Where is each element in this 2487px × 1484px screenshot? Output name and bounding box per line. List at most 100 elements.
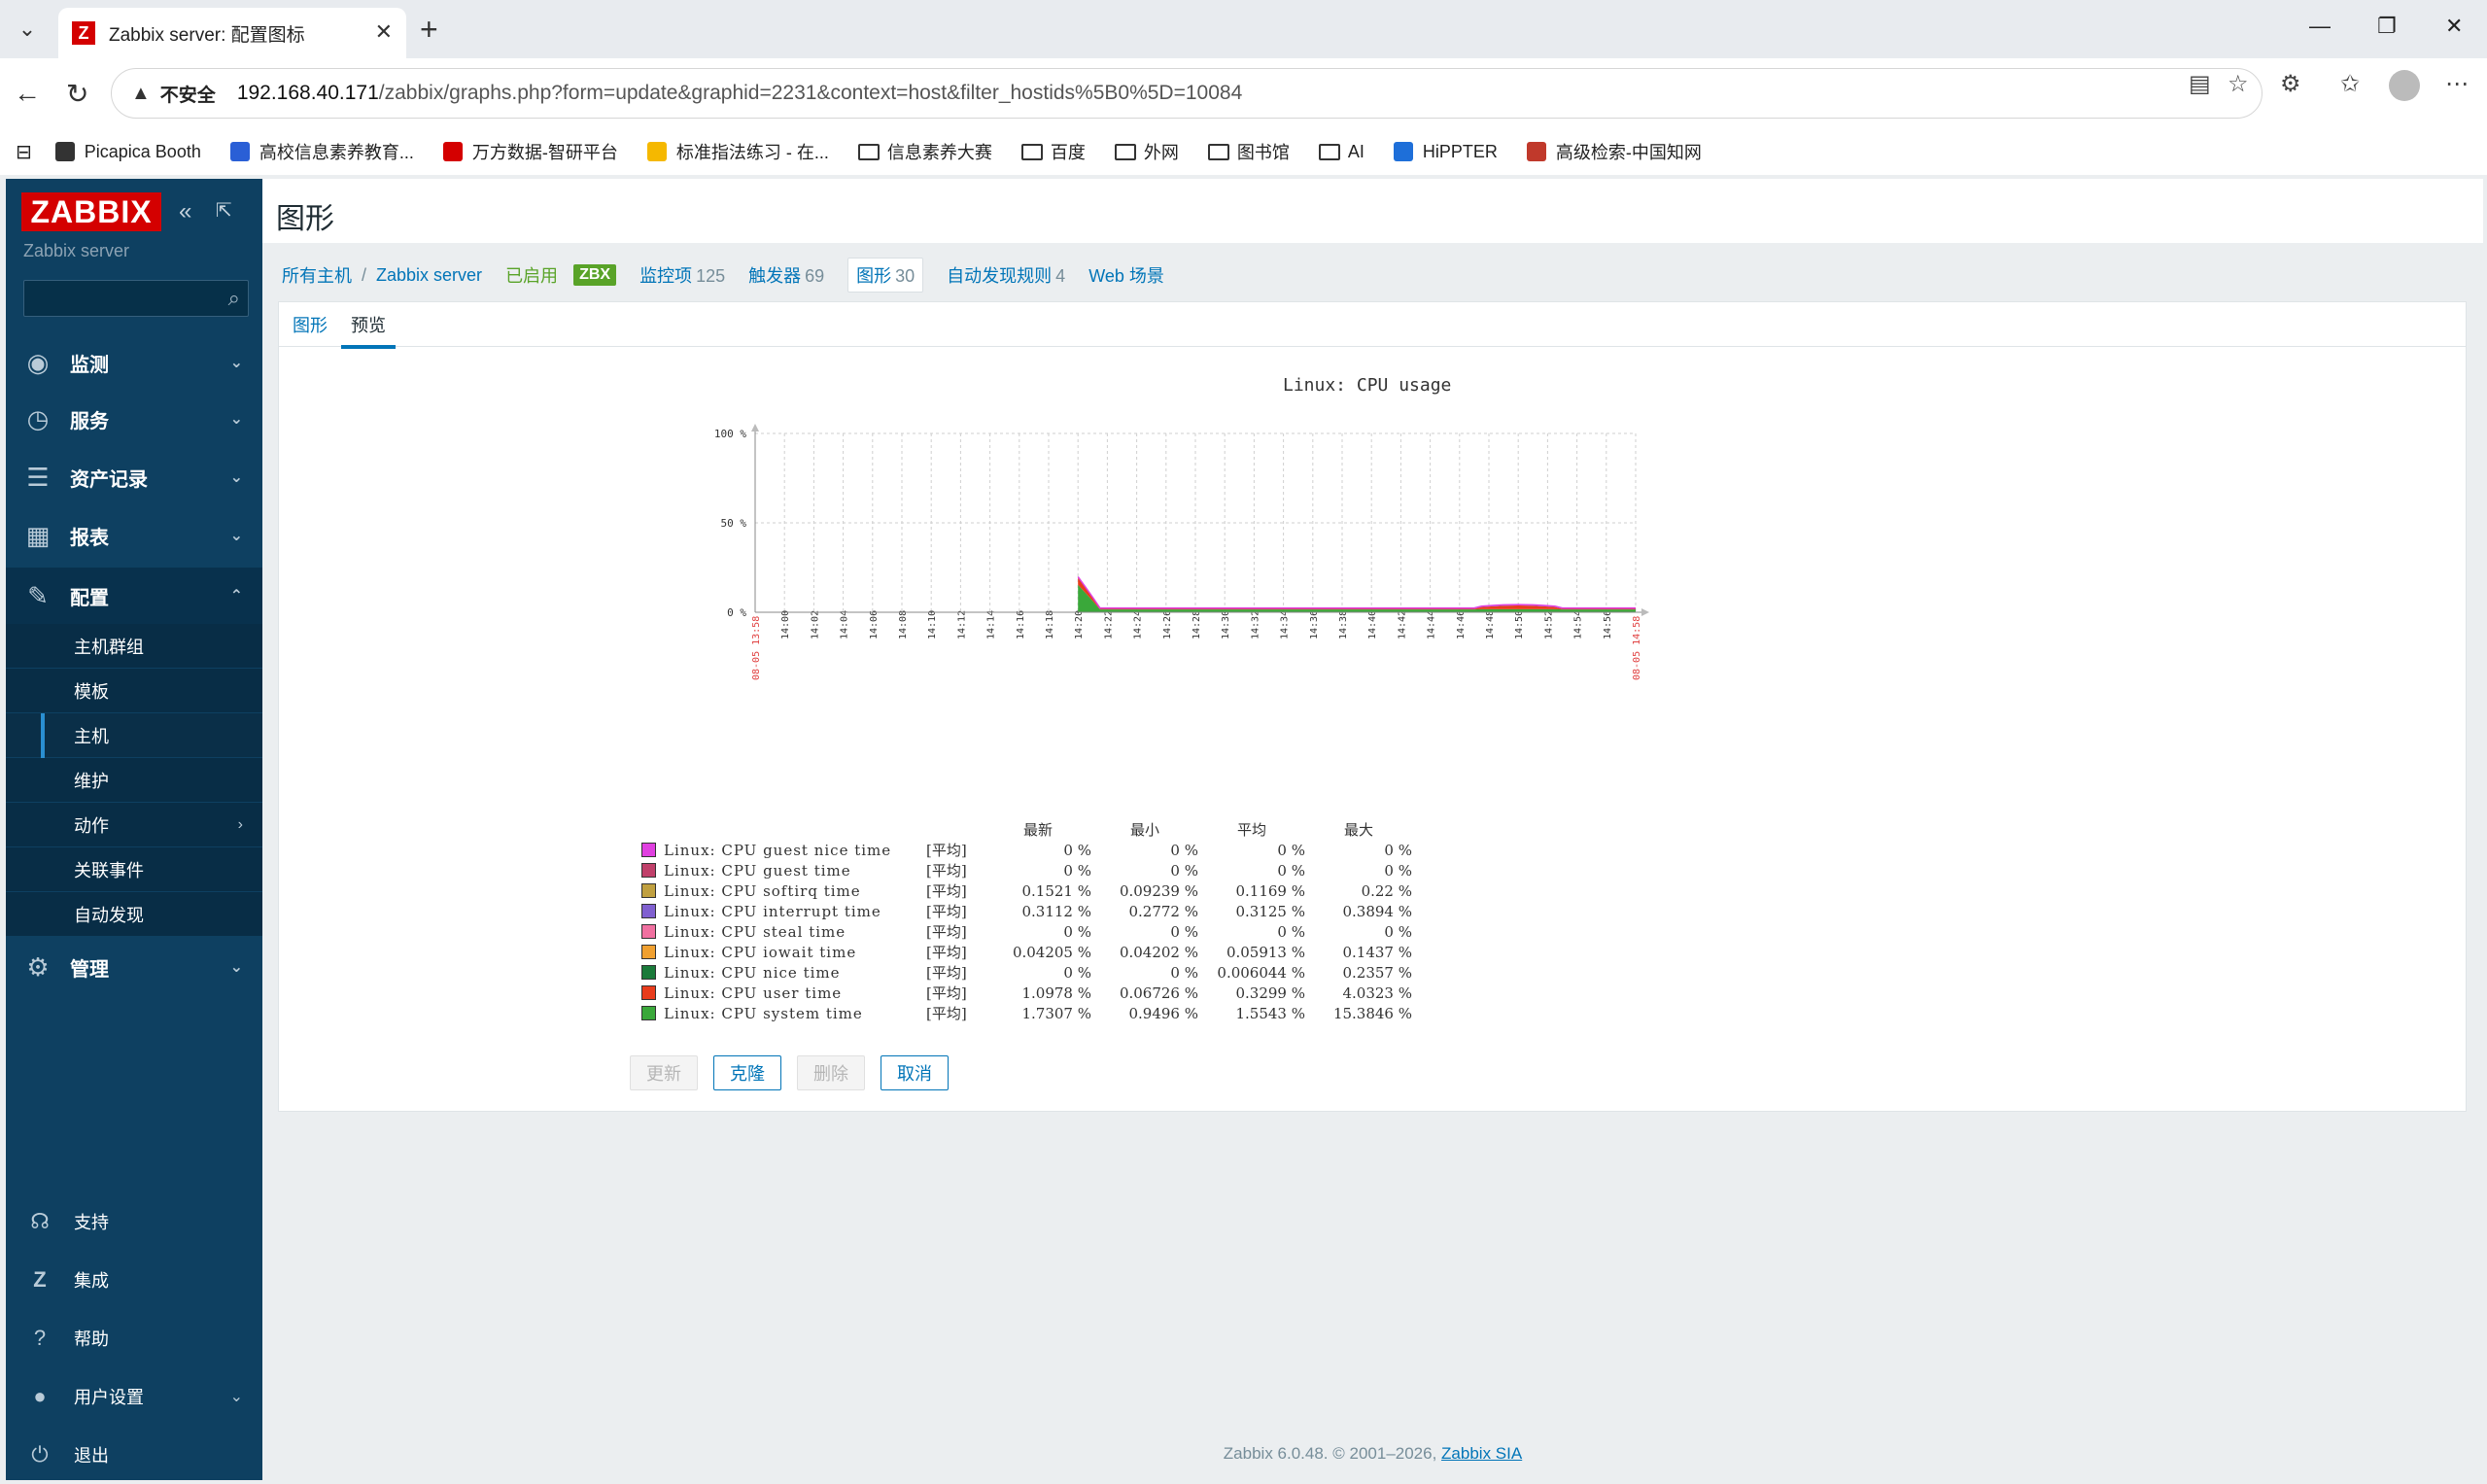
menu-integrations[interactable]: Z 集成 bbox=[6, 1256, 262, 1304]
restore-icon[interactable]: ❐ bbox=[2377, 14, 2397, 39]
nav-graphs-link[interactable]: 图形 30 bbox=[847, 258, 924, 293]
clone-button[interactable]: 克隆 bbox=[713, 1055, 781, 1090]
bookmark-item[interactable]: 百度 bbox=[1020, 139, 1086, 164]
legend-last: 0 % bbox=[1063, 841, 1091, 859]
menu-help[interactable]: ? 帮助 bbox=[6, 1314, 262, 1363]
footer-link[interactable]: Zabbix SIA bbox=[1441, 1444, 1522, 1463]
legend-max: 0 % bbox=[1384, 841, 1412, 859]
question-icon: ? bbox=[33, 1326, 47, 1350]
x-tick-label: 14:06 bbox=[869, 610, 880, 639]
menu-support[interactable]: ☊ 支持 bbox=[6, 1197, 262, 1246]
browser-tab[interactable]: Z Zabbix server: 配置图标 ✕ bbox=[58, 8, 406, 58]
legend-row: Linux: CPU guest time [平均] 0 % 0 % 0 % 0 % bbox=[641, 860, 1412, 880]
breadcrumb-all-hosts[interactable]: 所有主机 bbox=[282, 262, 352, 288]
x-tick-label: 14:34 bbox=[1280, 610, 1291, 639]
bookmark-label: 百度 bbox=[1050, 143, 1086, 162]
nav-label: 自动发现规则 bbox=[947, 266, 1053, 286]
update-button[interactable]: 更新 bbox=[630, 1055, 698, 1090]
menu-user-settings[interactable]: ● 用户设置 ⌄ bbox=[6, 1372, 262, 1421]
url-host: 192.168.40.171 bbox=[236, 82, 379, 104]
submenu-hosts[interactable]: 主机 bbox=[6, 713, 262, 758]
submenu-actions[interactable]: 动作 › bbox=[6, 803, 262, 847]
x-tick-label: 14:02 bbox=[810, 610, 820, 639]
breadcrumb-host[interactable]: Zabbix server bbox=[376, 265, 482, 286]
nav-web-link[interactable]: Web 场景 bbox=[1088, 262, 1164, 288]
bookmark-item[interactable]: Picapica Booth bbox=[54, 142, 201, 162]
legend-fn: [平均] bbox=[926, 882, 967, 900]
x-tick-label: 14:54 bbox=[1573, 610, 1584, 639]
submenu-discovery[interactable]: 自动发现 bbox=[6, 892, 262, 937]
menu-configuration[interactable]: ✎ 配置 ⌃ bbox=[6, 568, 262, 624]
submenu-templates[interactable]: 模板 bbox=[6, 669, 262, 713]
menu-sign-out[interactable]: ⏻ 退出 bbox=[6, 1431, 262, 1479]
bookmark-item[interactable]: 标准指法练习 - 在... bbox=[646, 139, 829, 164]
legend-swatch bbox=[641, 883, 656, 898]
nav-count: 4 bbox=[1055, 266, 1066, 286]
tab-graph[interactable]: 图形 bbox=[293, 312, 328, 337]
minimize-icon[interactable]: — bbox=[2309, 14, 2331, 39]
url-input[interactable]: ▲ 不安全 192.168.40.171/zabbix/graphs.php?f… bbox=[111, 68, 2262, 119]
legend-avg: 0.3299 % bbox=[1235, 984, 1305, 1002]
hide-sidebar-icon[interactable]: ⇱ bbox=[216, 198, 232, 223]
tab-list-chevron-icon[interactable]: ⌄ bbox=[10, 14, 45, 45]
nav-label: 触发器 bbox=[748, 266, 802, 286]
x-tick-label: 14:00 bbox=[780, 610, 791, 639]
p-icon bbox=[1393, 142, 1413, 161]
headset-icon: ☊ bbox=[30, 1209, 50, 1233]
legend-avg: 0.05913 % bbox=[1226, 943, 1305, 961]
menu-services[interactable]: ◷ 服务 ⌄ bbox=[6, 391, 262, 447]
bookmarks-toggle-icon[interactable]: ⊟ bbox=[16, 140, 32, 164]
form-buttons: 更新 克隆 删除 取消 bbox=[630, 1055, 964, 1090]
submenu-maintenance[interactable]: 维护 bbox=[6, 758, 262, 803]
bookmark-item[interactable]: 高级检索-中国知网 bbox=[1526, 139, 1702, 164]
bookmark-label: 高校信息素养教育... bbox=[259, 143, 414, 162]
bookmark-label: AI bbox=[1347, 141, 1364, 161]
back-arrow-icon[interactable]: ← bbox=[14, 78, 41, 109]
bookmark-item[interactable]: AI bbox=[1318, 141, 1364, 162]
zabbix-logo[interactable]: ZABBIX bbox=[21, 192, 161, 231]
legend-row: Linux: CPU softirq time [平均] 0.1521 % 0.092… bbox=[641, 880, 1412, 901]
search-icon[interactable]: ⌕ bbox=[228, 286, 240, 311]
cancel-button[interactable]: 取消 bbox=[881, 1055, 949, 1090]
nav-triggers-link[interactable]: 触发器 69 bbox=[748, 262, 824, 288]
bookmark-item[interactable]: HiPPTER bbox=[1393, 142, 1498, 162]
bookmark-item[interactable]: 图书馆 bbox=[1207, 139, 1290, 164]
x-tick-label: 14:40 bbox=[1367, 610, 1378, 639]
close-window-icon[interactable]: ✕ bbox=[2445, 14, 2463, 39]
menu-inventory[interactable]: ☰ 资产记录 ⌄ bbox=[6, 449, 262, 505]
tab-close-icon[interactable]: ✕ bbox=[375, 19, 393, 45]
favorite-star-icon[interactable]: ☆ bbox=[2228, 70, 2249, 98]
favorites-list-icon[interactable]: ✩ bbox=[2340, 70, 2360, 98]
extensions-icon[interactable]: ⚙ bbox=[2280, 70, 2301, 98]
bookmark-item[interactable]: 信息素养大赛 bbox=[857, 139, 992, 164]
more-menu-icon[interactable]: ⋯ bbox=[2445, 70, 2469, 98]
reader-mode-icon[interactable]: ▤ bbox=[2189, 70, 2211, 98]
x-tick-label: 14:30 bbox=[1221, 610, 1231, 639]
x-tick-label: 14:16 bbox=[1016, 610, 1026, 639]
reload-icon[interactable]: ↻ bbox=[66, 78, 88, 110]
legend-min: 0.2772 % bbox=[1128, 902, 1198, 920]
duck-icon bbox=[646, 142, 667, 161]
menu-reports[interactable]: ▦ 报表 ⌄ bbox=[6, 507, 262, 564]
page-header: 图形 bbox=[262, 179, 2483, 243]
x-tick-label: 14:28 bbox=[1192, 610, 1202, 639]
sidebar-search-input[interactable]: ⌕ bbox=[23, 280, 249, 317]
nav-discovery-link[interactable]: 自动发现规则 4 bbox=[947, 262, 1065, 288]
tab-preview[interactable]: 预览 bbox=[341, 312, 396, 349]
delete-button[interactable]: 删除 bbox=[797, 1055, 865, 1090]
user-icon: ● bbox=[33, 1384, 47, 1408]
bookmark-item[interactable]: 外网 bbox=[1114, 139, 1179, 164]
legend-name: Linux: CPU softirq time bbox=[664, 881, 861, 900]
submenu-host-groups[interactable]: 主机群组 bbox=[6, 624, 262, 669]
submenu-event-correlation[interactable]: 关联事件 bbox=[6, 847, 262, 892]
bookmark-item[interactable]: 万方数据-智研平台 bbox=[442, 139, 618, 164]
menu-monitoring[interactable]: ◉ 监测 ⌄ bbox=[6, 334, 262, 391]
new-tab-plus-icon[interactable]: + bbox=[420, 12, 438, 48]
x-range-label: 08-05 14:58 bbox=[1632, 616, 1642, 680]
legend-min: 0 % bbox=[1170, 861, 1198, 880]
menu-administration[interactable]: ⚙ 管理 ⌄ bbox=[6, 939, 262, 995]
profile-avatar[interactable] bbox=[2389, 70, 2420, 101]
bookmark-item[interactable]: 高校信息素养教育... bbox=[229, 139, 414, 164]
collapse-sidebar-icon[interactable]: « bbox=[179, 198, 191, 225]
nav-items-link[interactable]: 监控项 125 bbox=[639, 262, 725, 288]
